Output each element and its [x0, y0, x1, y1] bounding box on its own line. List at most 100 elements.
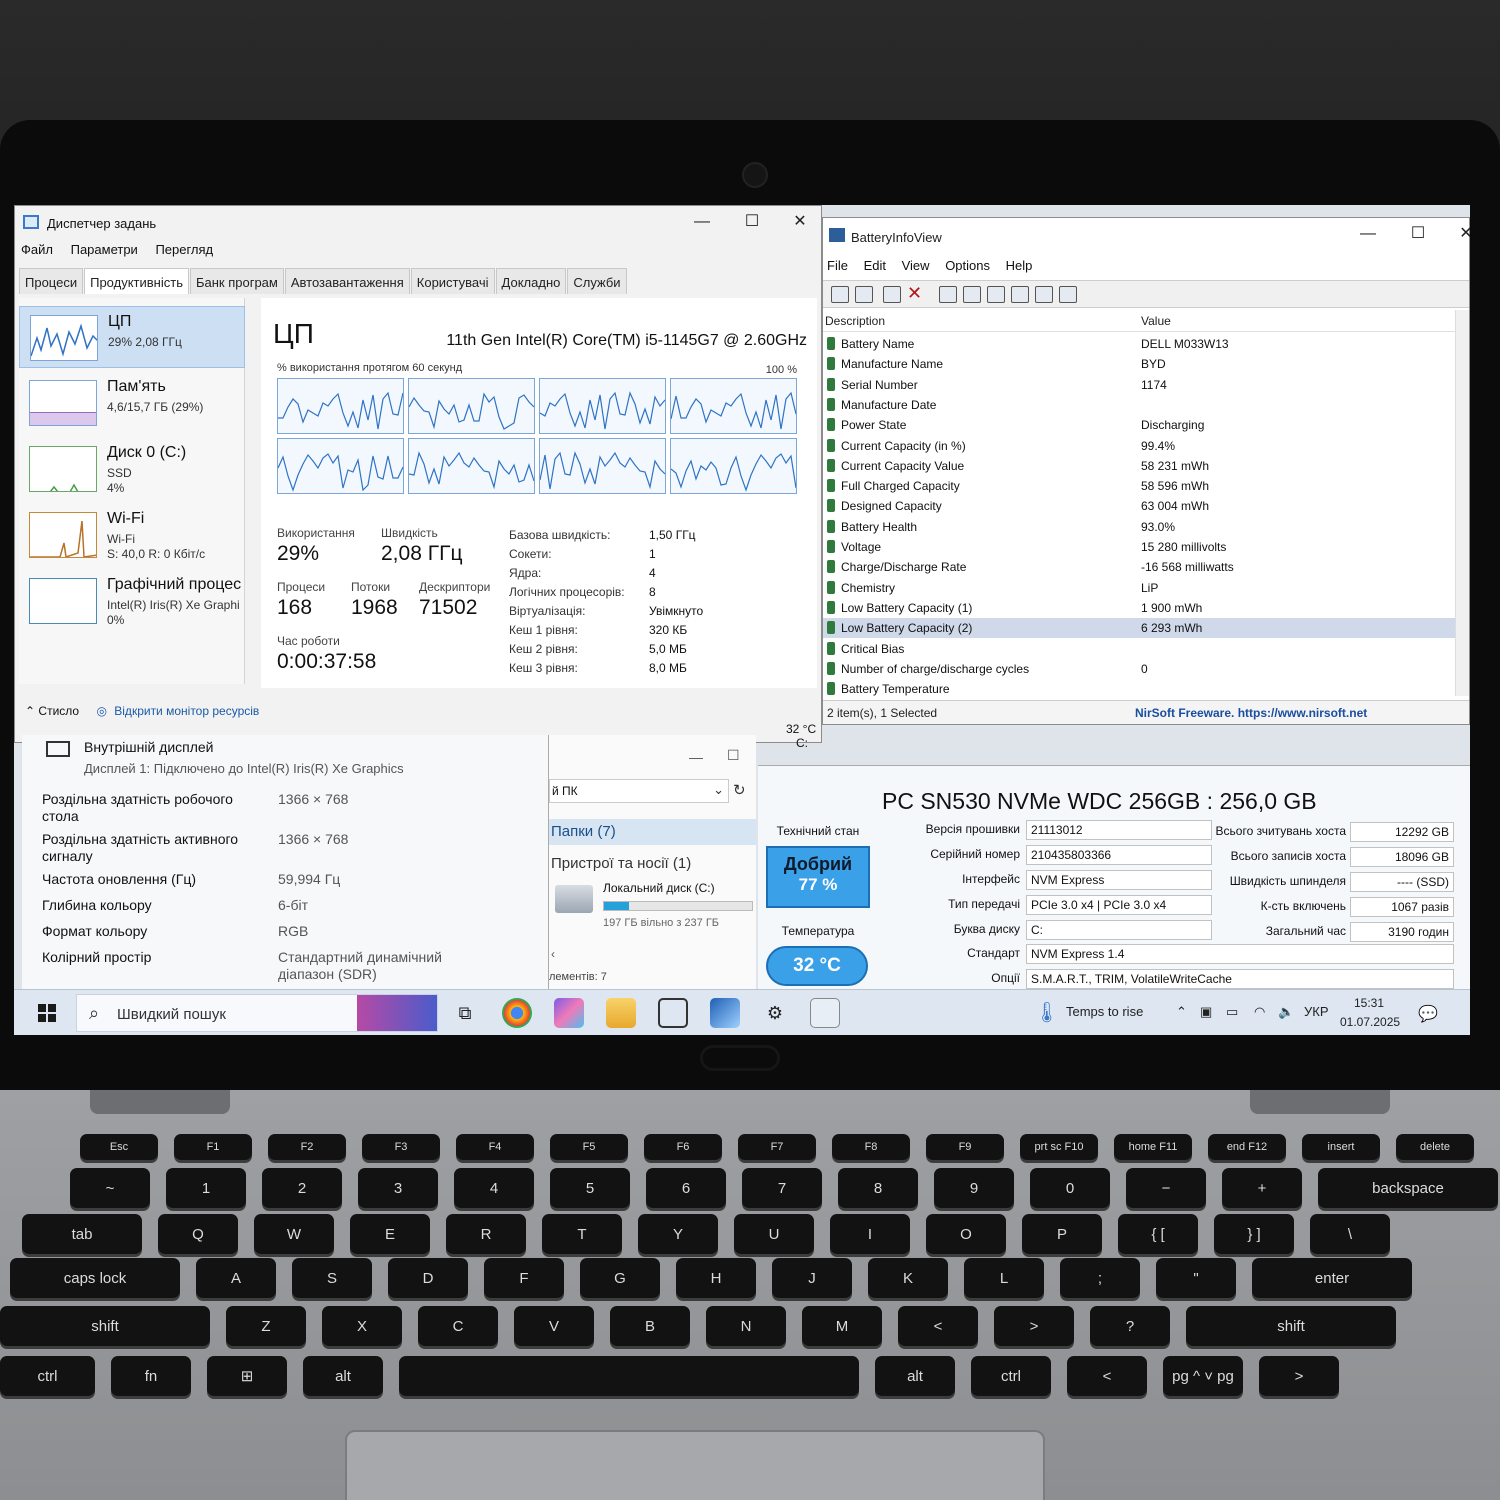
clock-time[interactable]: 15:31	[1354, 996, 1384, 1010]
sidebar-item-gpu[interactable]: Графічний процес Intel(R) Iris(R) Xe Gra…	[19, 570, 245, 632]
list-row[interactable]: Voltage 15 280 millivolts	[823, 537, 1463, 557]
key[interactable]	[399, 1356, 859, 1396]
key[interactable]: U	[734, 1214, 814, 1254]
key[interactable]: 0	[1030, 1168, 1110, 1208]
key[interactable]: 8	[838, 1168, 918, 1208]
key[interactable]: <	[898, 1306, 978, 1346]
device-icon[interactable]: ▣	[1200, 1004, 1212, 1020]
list-row[interactable]: Low Battery Capacity (1) 1 900 mWh	[823, 598, 1463, 618]
notification-icon[interactable]: 💬	[1418, 1004, 1438, 1024]
key[interactable]: W	[254, 1214, 334, 1254]
key[interactable]: L	[964, 1258, 1044, 1298]
key[interactable]: F7	[738, 1134, 816, 1160]
key[interactable]: insert	[1302, 1134, 1380, 1160]
key[interactable]: alt	[875, 1356, 955, 1396]
key[interactable]: F5	[550, 1134, 628, 1160]
html-report-icon[interactable]	[1011, 286, 1029, 303]
key[interactable]: enter	[1252, 1258, 1412, 1298]
chevron-up-icon[interactable]: ⌃	[25, 704, 35, 718]
key[interactable]: 7	[742, 1168, 822, 1208]
batteryinfoview-icon[interactable]	[810, 998, 840, 1028]
column-value[interactable]: Value	[1141, 314, 1171, 328]
key[interactable]: Esc	[80, 1134, 158, 1160]
minimize-button[interactable]: —	[689, 749, 703, 765]
key[interactable]: R	[446, 1214, 526, 1254]
key[interactable]: V	[514, 1306, 594, 1346]
key[interactable]: F8	[832, 1134, 910, 1160]
list-row[interactable]: Power State Discharging	[823, 415, 1463, 435]
key[interactable]: 2	[262, 1168, 342, 1208]
list-row[interactable]: Designed Capacity 63 004 mWh	[823, 496, 1463, 516]
find-icon[interactable]	[1035, 286, 1053, 303]
key[interactable]: end F12	[1208, 1134, 1286, 1160]
wifi-icon[interactable]: ◠	[1254, 1004, 1265, 1020]
key[interactable]: >	[1259, 1356, 1339, 1396]
key[interactable]: 1	[166, 1168, 246, 1208]
key[interactable]: F4	[456, 1134, 534, 1160]
key[interactable]: E	[350, 1214, 430, 1254]
key[interactable]: N	[706, 1306, 786, 1346]
language-indicator[interactable]: УКР	[1304, 1004, 1329, 1019]
tab-app-history[interactable]: Банк програм	[189, 268, 284, 294]
minimize-button[interactable]: —	[687, 212, 717, 232]
sidebar-item-cpu[interactable]: ЦП 29% 2,08 ГГц	[19, 306, 245, 368]
key[interactable]: J	[772, 1258, 852, 1298]
key[interactable]: ;	[1060, 1258, 1140, 1298]
list-row[interactable]: Critical Bias	[823, 639, 1463, 659]
copy-icon[interactable]	[987, 286, 1005, 303]
key[interactable]: M	[802, 1306, 882, 1346]
clock-date[interactable]: 01.07.2025	[1340, 1015, 1400, 1029]
refresh-icon[interactable]: ↻	[733, 781, 746, 799]
key[interactable]: >	[994, 1306, 1074, 1346]
key[interactable]: F	[484, 1258, 564, 1298]
menu-file[interactable]: File	[827, 258, 848, 273]
key[interactable]: shift	[1186, 1306, 1396, 1346]
key[interactable]: D	[388, 1258, 468, 1298]
list-row[interactable]: Serial Number 1174	[823, 375, 1463, 395]
key[interactable]: Y	[638, 1214, 718, 1254]
key[interactable]: \	[1310, 1214, 1390, 1254]
key[interactable]: } ]	[1214, 1214, 1294, 1254]
tab-performance[interactable]: Продуктивність	[84, 268, 189, 294]
key[interactable]: ctrl	[971, 1356, 1051, 1396]
menu-file[interactable]: Файл	[21, 242, 53, 257]
list-row[interactable]: Chemistry LiP	[823, 578, 1463, 598]
tab-startup[interactable]: Автозавантаження	[284, 268, 410, 294]
tab-details[interactable]: Докладно	[495, 268, 567, 294]
key[interactable]: A	[196, 1258, 276, 1298]
column-description[interactable]: Description	[825, 314, 885, 328]
list-row[interactable]: Battery Name DELL M033W13	[823, 334, 1463, 354]
sidebar-item-disk[interactable]: Диск 0 (C:) SSD 4%	[19, 438, 245, 500]
key[interactable]: 3	[358, 1168, 438, 1208]
key[interactable]: G	[580, 1258, 660, 1298]
settings-gear-icon[interactable]: ⚙	[760, 998, 790, 1028]
key[interactable]: 5	[550, 1168, 630, 1208]
key[interactable]: prt sc F10	[1020, 1134, 1098, 1160]
key[interactable]: X	[322, 1306, 402, 1346]
key[interactable]: home F11	[1114, 1134, 1192, 1160]
key[interactable]: shift	[0, 1306, 210, 1346]
key[interactable]: −	[1126, 1168, 1206, 1208]
drive-temp-mini[interactable]: 32 °C	[786, 722, 816, 736]
list-row[interactable]: Battery Health 93.0%	[823, 517, 1463, 537]
thermometer-icon[interactable]: 🌡	[1034, 1000, 1059, 1025]
key[interactable]: 9	[934, 1168, 1014, 1208]
key[interactable]: F3	[362, 1134, 440, 1160]
task-manager-icon[interactable]	[658, 998, 688, 1028]
maximize-button[interactable]: ☐	[1403, 224, 1433, 244]
chrome-icon[interactable]	[502, 998, 532, 1028]
crystaldiskinfo-icon[interactable]	[710, 998, 740, 1028]
list-row[interactable]: Current Capacity (in %) 99.4%	[823, 436, 1463, 456]
key[interactable]: fn	[111, 1356, 191, 1396]
key[interactable]: Z	[226, 1306, 306, 1346]
weather-text[interactable]: Temps to rise	[1066, 1004, 1143, 1019]
key[interactable]: F9	[926, 1134, 1004, 1160]
key[interactable]: C	[418, 1306, 498, 1346]
tab-services[interactable]: Служби	[567, 268, 627, 294]
menu-view[interactable]: Перегляд	[155, 242, 213, 257]
list-row[interactable]: Full Charged Capacity 58 596 mWh	[823, 476, 1463, 496]
key[interactable]: S	[292, 1258, 372, 1298]
key[interactable]: caps lock	[10, 1258, 180, 1298]
touchpad[interactable]	[345, 1430, 1045, 1500]
key[interactable]: B	[610, 1306, 690, 1346]
